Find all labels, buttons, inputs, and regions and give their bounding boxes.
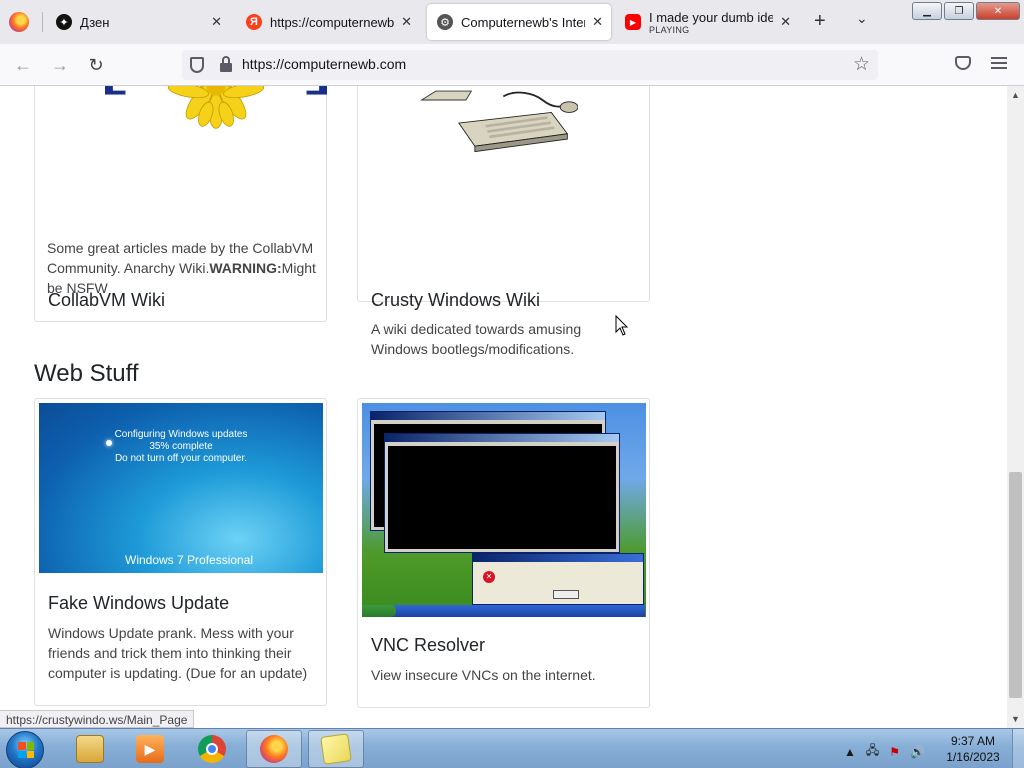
taskbar-firefox[interactable] [246, 730, 302, 768]
restore-button[interactable]: ❐ [944, 2, 974, 20]
close-tab-icon[interactable]: ✕ [592, 14, 603, 30]
scrollbar-thumb[interactable] [1009, 472, 1022, 698]
volume-icon[interactable]: 🔊 [910, 745, 925, 759]
window-controls: ▁ ❐ ✕ [912, 2, 1020, 20]
new-tab-icon[interactable]: + [814, 10, 826, 33]
card-collabvm-wiki[interactable]: CollabVM Wiki [34, 86, 327, 322]
tab-bar: ✦ Дзен ✕ Я https://computernewb.c ✕ ⚙ Co… [0, 0, 1024, 44]
windows7-brand-text: Windows 7 Professional [125, 553, 254, 567]
tab-title-block: I made your dumb ideas PLAYING [649, 10, 773, 35]
forward-icon[interactable]: → [49, 54, 71, 76]
card-fake-windows-update[interactable]: Configuring Windows updates 35% complete… [34, 398, 327, 706]
card-title[interactable]: Fake Windows Update [48, 593, 229, 614]
image-text-line3: Do not turn off your computer. [114, 453, 248, 464]
card-description: View insecure VNCs on the internet. [371, 667, 596, 683]
tab-playing-label: PLAYING [649, 24, 690, 35]
computernewb-icon: ⚙ [437, 14, 453, 30]
mouse-cursor-icon [615, 315, 629, 336]
vnc-screenshot-image: ✕ [362, 403, 646, 617]
taskbar-chrome[interactable] [184, 730, 240, 768]
bookmark-star-icon[interactable]: ☆ [853, 53, 870, 76]
image-text-line2: 35% complete [149, 441, 213, 452]
url-bar[interactable]: https://computernewb.com ☆ [182, 50, 878, 80]
windows-logo-icon [18, 742, 34, 758]
card-title[interactable]: Crusty Windows Wiki [371, 290, 540, 311]
card-vnc-resolver[interactable]: ✕ VNC Resolver View insecure VNCs on the… [357, 398, 650, 708]
navigation-bar: ← → ↻ https://computernewb.com ☆ [0, 44, 1024, 86]
taskbar-clock[interactable]: 9:37 AM 1/16/2023 [938, 733, 1008, 765]
list-all-tabs-icon[interactable]: ⌄ [856, 10, 868, 27]
show-hidden-icons-icon[interactable]: ▲ [844, 745, 856, 759]
dialog-ok-button-image [553, 590, 579, 599]
network-icon[interactable]: 🖧 [866, 741, 879, 762]
tab-computernewb[interactable]: ⚙ Computernewb's Interne ✕ [427, 4, 611, 40]
url-text[interactable]: https://computernewb.com [242, 56, 406, 72]
youtube-icon: ▶ [625, 14, 641, 30]
yandex-icon: Я [246, 14, 262, 30]
tab-title: https://computernewb.c [270, 14, 394, 30]
image-text-line1: Configuring Windows updates [114, 429, 248, 440]
card-title[interactable]: VNC Resolver [371, 635, 485, 656]
section-title-web-stuff: Web Stuff [34, 360, 139, 387]
card-description: Windows Update prank. Mess with your fri… [48, 625, 308, 681]
clock-date: 1/16/2023 [946, 750, 1000, 764]
link-status-bar: https://crustywindo.ws/Main_Page [0, 710, 195, 728]
lock-icon[interactable] [220, 56, 232, 72]
firefox-menu-icon[interactable] [9, 12, 29, 32]
keyboard-image [420, 90, 578, 153]
back-icon[interactable]: ← [12, 54, 34, 76]
collabvm-logo-image [105, 86, 327, 129]
tab-title: Computernewb's Interne [461, 14, 585, 30]
chrome-icon [198, 735, 226, 763]
media-player-icon: ▶ [136, 735, 164, 763]
card-description: A wiki dedicated towards amusing Windows… [371, 321, 582, 357]
dzen-icon: ✦ [56, 14, 72, 30]
taskbar-sticky-notes[interactable] [308, 730, 364, 768]
tab-title: Дзен [80, 14, 110, 30]
tracking-protection-icon[interactable] [190, 57, 204, 73]
error-dialog-image: ✕ [472, 553, 644, 605]
scroll-up-arrow-icon[interactable]: ▲ [1011, 90, 1020, 100]
card-title[interactable]: CollabVM Wiki [48, 290, 165, 311]
hamburger-menu-icon[interactable] [991, 57, 1007, 69]
firefox-icon [260, 735, 288, 763]
scroll-down-arrow-icon[interactable]: ▼ [1011, 714, 1020, 724]
error-icon: ✕ [483, 571, 495, 583]
xp-taskbar-image [362, 605, 645, 617]
clock-time: 9:37 AM [950, 734, 996, 748]
tab-yandex[interactable]: Я https://computernewb.c ✕ [236, 4, 420, 40]
vertical-scrollbar[interactable]: ▲ ▼ [1007, 86, 1024, 728]
console-window-image [384, 433, 620, 553]
show-desktop-button[interactable] [1012, 729, 1024, 768]
minimize-button[interactable]: ▁ [912, 2, 942, 20]
tab-title: I made your dumb ideas [649, 9, 773, 25]
close-window-button[interactable]: ✕ [976, 2, 1020, 20]
card-crusty-windows-wiki[interactable]: Crusty Windows Wiki A wiki dedicated tow… [357, 86, 650, 357]
tab-dzen[interactable]: ✦ Дзен ✕ [46, 4, 230, 40]
action-center-flag-icon[interactable]: ⚑ [889, 745, 900, 759]
reload-icon[interactable]: ↻ [85, 54, 107, 76]
explorer-icon [76, 735, 104, 763]
start-button[interactable] [6, 731, 44, 768]
windows-taskbar: ▶ ▲ 🖧 ⚑ 🔊 9:37 AM 1/16/2023 [0, 728, 1024, 768]
taskbar-explorer[interactable] [62, 730, 118, 768]
system-tray: ▲ 🖧 ⚑ 🔊 [844, 741, 925, 762]
taskbar-media-player[interactable]: ▶ [122, 730, 178, 768]
tab-youtube[interactable]: ▶ I made your dumb ideas PLAYING ✕ [615, 4, 799, 40]
close-tab-icon[interactable]: ✕ [780, 14, 791, 30]
close-tab-icon[interactable]: ✕ [401, 14, 412, 30]
windows-update-image: Configuring Windows updates 35% complete… [39, 403, 323, 573]
close-tab-icon[interactable]: ✕ [211, 14, 222, 30]
sticky-notes-icon [320, 733, 352, 765]
page-content: CollabVM Wiki Some great articles made b… [0, 86, 1007, 728]
tab-separator [42, 12, 43, 32]
